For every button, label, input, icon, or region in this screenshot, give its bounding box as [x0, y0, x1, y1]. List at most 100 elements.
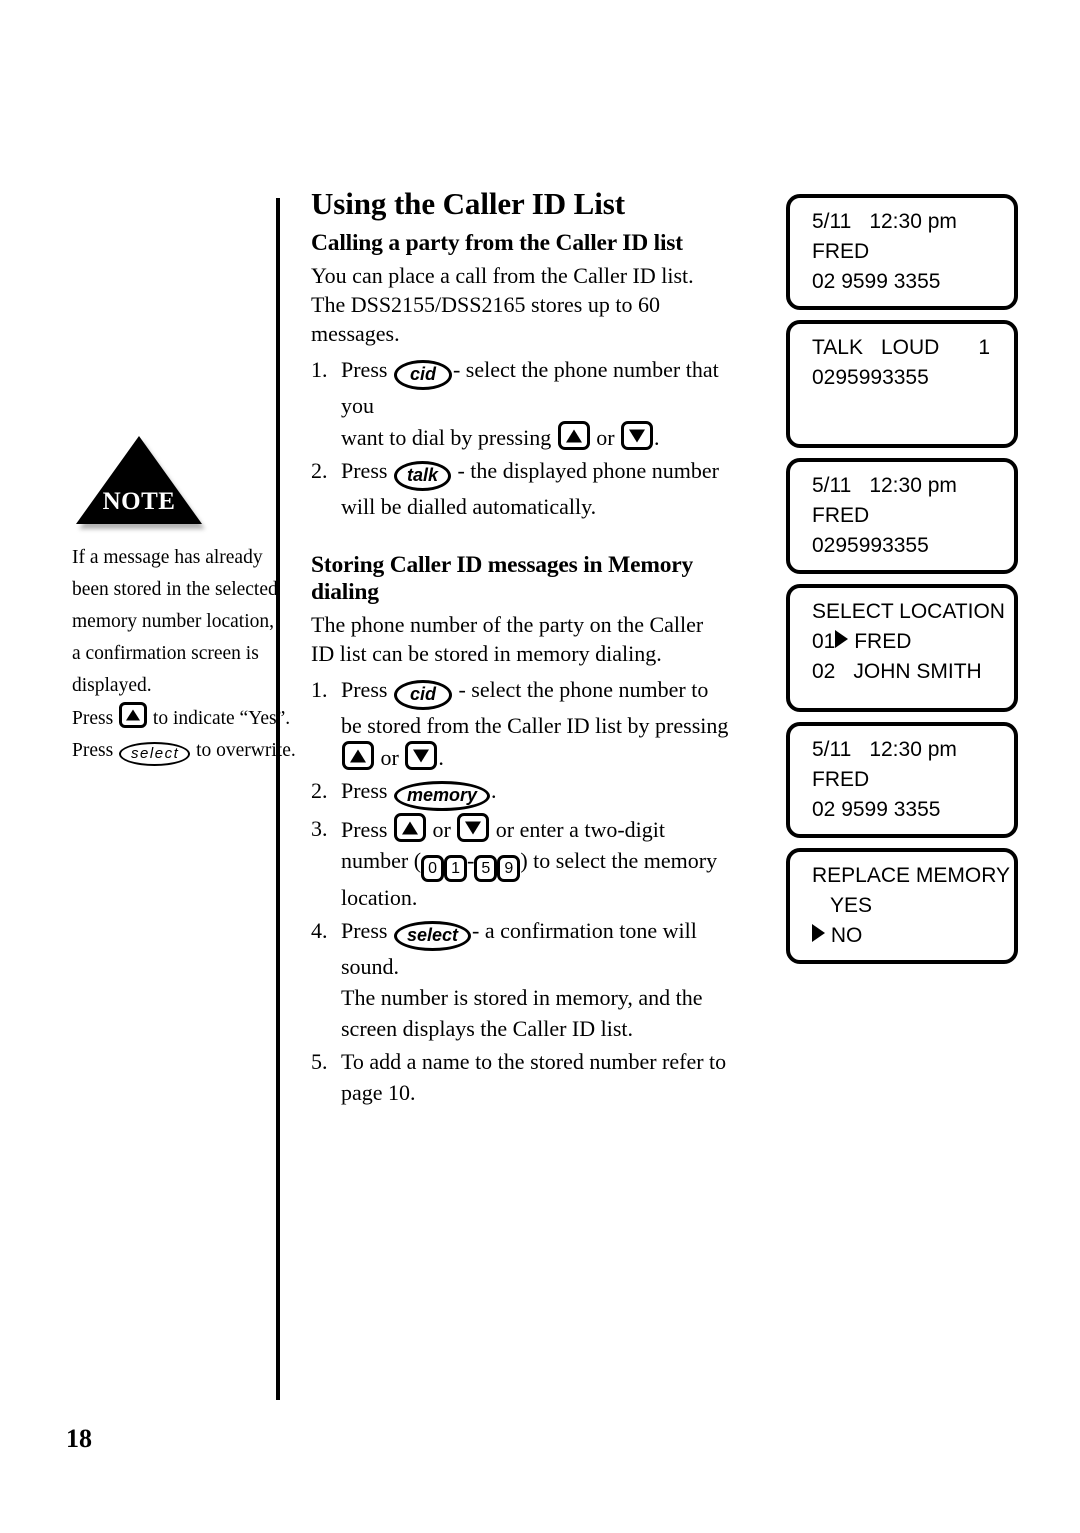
step-text: The number is stored in memory, and the [341, 985, 703, 1010]
step-text: screen displays the Caller ID list. [341, 1016, 634, 1041]
step-item: 3. Press or or enter a two-digit number … [311, 813, 731, 913]
note-sidebar: NOTE If a message has already been store… [72, 436, 296, 767]
step-text: ) to select the memory [520, 848, 718, 873]
note-line: displayed. [72, 675, 152, 696]
lcd-row: 5/11 12:30 pm [790, 471, 1014, 501]
lcd-phone-number: 02 9599 3355 [812, 798, 941, 821]
section-1-paragraph-line: You can place a call from the Caller ID … [311, 263, 694, 288]
triangle-down-glyph [465, 821, 482, 834]
step-lead: Press [341, 357, 388, 382]
lcd-memory-label: JOHN SMITH [853, 660, 982, 683]
section-1-heading: Calling a party from the Caller ID list [311, 230, 683, 256]
step-item: 5. To add a name to the stored number re… [311, 1046, 731, 1108]
step-text: page 10. [341, 1080, 416, 1105]
lcd-memory-label: FRED [854, 630, 912, 653]
lcd-phone-number: 02 9599 3355 [812, 270, 941, 293]
step-item: 1. Press cid - select the phone number t… [311, 674, 731, 773]
step-text: will be dialled automatically. [341, 494, 597, 519]
step-conjunction: or [432, 817, 451, 842]
step-text: number ( [341, 848, 422, 873]
lcd-phone-number: 0295993355 [812, 366, 929, 389]
note-badge-label: NOTE [102, 488, 176, 515]
lcd-row: 0295993355 [790, 531, 1014, 561]
lcd-row: 5/11 12:30 pm [790, 207, 1014, 237]
lcd-row: 01 FRED [790, 627, 1014, 657]
note-line: a confirmation screen is [72, 643, 259, 664]
lcd-screen-select-location: SELECT LOCATION 01 FRED 02 JOHN SMITH [786, 584, 1018, 712]
section-2-steps: 1. Press cid - select the phone number t… [311, 674, 731, 1108]
down-arrow-key-icon [405, 741, 438, 770]
lcd-date: 5/11 [812, 738, 852, 761]
up-arrow-key-icon [119, 702, 148, 728]
section-1-paragraph: You can place a call from the Caller ID … [311, 261, 731, 348]
lcd-row: 02 9599 3355 [790, 795, 1014, 825]
lcd-row: FRED [790, 765, 1014, 795]
section-2-paragraph-line: The phone number of the party on the Cal… [311, 612, 704, 637]
note-press-select-line: Press select to overwrite. [72, 735, 296, 767]
note-line: memory number location, [72, 611, 274, 632]
step-lead: Press [341, 677, 388, 702]
lcd-row: YES [790, 891, 1014, 921]
step-text: . [438, 745, 444, 770]
digit-key-9-icon: 9 [497, 855, 521, 882]
step-item: 4. Press select - a confirmation tone wil… [311, 915, 731, 1044]
talk-key-icon: talk [393, 461, 451, 491]
lcd-screen-replace-memory-confirm: REPLACE MEMORY YES NO [786, 848, 1018, 964]
lcd-time: 12:30 pm [869, 738, 957, 761]
page-title: Using the Caller ID List [311, 186, 625, 221]
lcd-screen-caller-id-entry-3: 5/11 12:30 pm FRED 02 9599 3355 [786, 722, 1018, 838]
lcd-memory-index: 02 [812, 660, 836, 683]
page-number: 18 [66, 1424, 92, 1453]
step-number: 2. [311, 458, 328, 483]
note-press-yes-suffix: to indicate “Yes”. [152, 708, 291, 729]
step-text: be stored from the Caller ID list by pre… [341, 713, 729, 738]
lcd-row: FRED [790, 501, 1014, 531]
range-dash: - [467, 848, 475, 873]
step-lead: Press [341, 918, 388, 943]
lcd-title: REPLACE MEMORY [812, 864, 1010, 887]
lcd-row-blank [790, 393, 1014, 423]
note-line: If a message has already [72, 547, 263, 568]
lcd-loud-label: LOUD [880, 336, 940, 359]
note-press-select-suffix: to overwrite. [196, 740, 296, 761]
memory-key-icon: memory [393, 781, 490, 811]
lcd-row: 02 9599 3355 [790, 267, 1014, 297]
lcd-caller-name: FRED [812, 504, 870, 527]
lcd-screen-talk-loud-status: TALK LOUD 1 0295993355 [786, 320, 1018, 448]
step-number: 1. [311, 357, 328, 382]
select-key-icon: select [119, 742, 191, 766]
step-text: - a confirmation tone will sound. [341, 918, 697, 979]
step-item: 2. Press talk - the displayed phone numb… [311, 455, 731, 522]
section-2-paragraph-line: ID list can be stored in memory dialing. [311, 641, 662, 666]
triangle-down-glyph [629, 429, 646, 442]
lcd-caller-name: FRED [812, 768, 870, 791]
note-text: If a message has already been stored in … [72, 542, 296, 767]
lcd-row: 5/11 12:30 pm [790, 735, 1014, 765]
step-number: 1. [311, 677, 328, 702]
selection-pointer-icon [812, 924, 825, 942]
section-2-paragraph: The phone number of the party on the Cal… [311, 610, 731, 668]
triangle-up-glyph [350, 749, 366, 762]
note-press-yes-prefix: Press [72, 708, 114, 729]
step-text: location. [341, 885, 418, 910]
lcd-line-number: 1 [978, 336, 990, 359]
step-number: 4. [311, 918, 328, 943]
section-1-paragraph-line: The DSS2155/DSS2165 stores up to 60 mess… [311, 292, 660, 346]
lcd-option-yes: YES [830, 894, 873, 917]
lcd-time: 12:30 pm [869, 210, 957, 233]
step-text: . [490, 778, 497, 803]
digit-key-1-icon: 1 [444, 855, 468, 882]
lcd-screen-caller-id-entry-1: 5/11 12:30 pm FRED 02 9599 3355 [786, 194, 1018, 310]
note-line: been stored in the selected [72, 579, 278, 600]
lcd-date: 5/11 [812, 210, 852, 233]
column-divider [276, 198, 280, 1400]
lcd-row: 02 JOHN SMITH [790, 657, 1014, 687]
section-1-steps: 1. Press cid - select the phone number th… [311, 354, 731, 522]
cid-key-icon: cid [393, 360, 452, 390]
select-key-icon: select [393, 921, 471, 951]
lcd-phone-number: 0295993355 [812, 534, 929, 557]
step-text: want to dial by pressing [341, 425, 552, 450]
triangle-up-glyph [126, 709, 141, 721]
lcd-illustrations: 5/11 12:30 pm FRED 02 9599 3355 TALK LOUD 1… [786, 194, 1018, 974]
step-text: To add a name to the stored number refer… [341, 1049, 727, 1074]
